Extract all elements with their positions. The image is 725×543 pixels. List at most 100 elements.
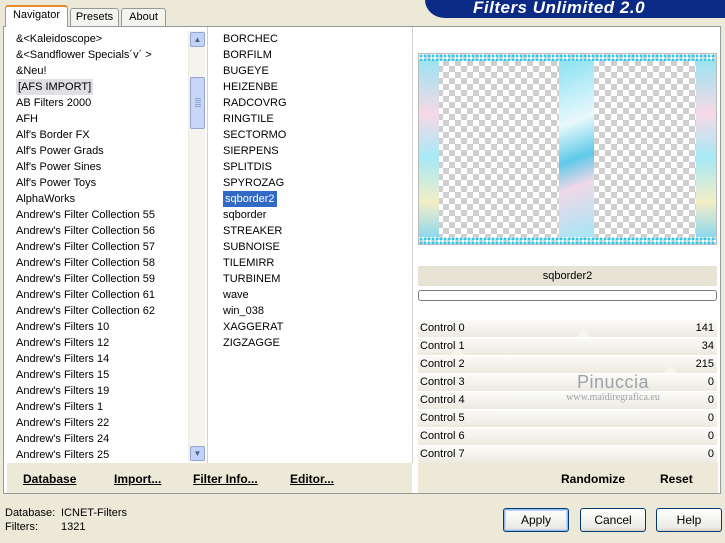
column-divider [207,27,208,463]
filters-count-value: 1321 [61,521,86,533]
category-item[interactable]: Alf's Power Grads [16,143,104,159]
filter-item[interactable]: RINGTILE [223,111,274,127]
control-label: Control 0 [420,322,465,334]
randomize-button[interactable]: Randomize [561,472,625,486]
controls-actions-bar: Randomize Reset [418,463,718,493]
filter-item[interactable]: SIERPENS [223,143,279,159]
filter-item[interactable]: RADCOVRG [223,95,287,111]
control-slider[interactable]: Control 3 0 [418,374,717,392]
category-item[interactable]: AB Filters 2000 [16,95,91,111]
navigator-actions-bar: Database Import... Filter Info... Editor… [7,463,412,493]
filter-item[interactable]: SUBNOISE [223,239,280,255]
control-slider[interactable]: Control 1 34 [418,338,717,356]
filter-item[interactable]: XAGGERAT [223,319,283,335]
control-value: 215 [695,358,714,370]
help-button[interactable]: Help [656,508,722,532]
preview-progress-bar [418,290,717,301]
editor-link[interactable]: Editor... [290,472,334,486]
database-status-value: ICNET-Filters [61,507,127,519]
category-item[interactable]: Andrew's Filters 19 [16,383,109,399]
category-item[interactable]: Andrew's Filters 25 [16,447,109,462]
category-item[interactable]: Andrew's Filter Collection 57 [16,239,155,255]
control-slider[interactable]: Control 5 0 [418,410,717,428]
filter-list[interactable]: BORCHEC BORFILM BUGEYE HEIZENBE RADCOVRG RING… [221,31,409,462]
category-item[interactable]: Andrew's Filters 1 [16,399,103,415]
category-item[interactable]: Andrew's Filters 15 [16,367,109,383]
control-slider[interactable]: Control 4 0 [418,392,717,410]
category-item[interactable]: Alf's Power Sines [16,159,101,175]
filter-item[interactable]: SECTORMO [223,127,286,143]
import-link[interactable]: Import... [114,472,161,486]
filter-item[interactable]: BORFILM [223,47,272,63]
category-item[interactable]: Andrew's Filter Collection 55 [16,207,155,223]
filter-item[interactable]: SPLITDIS [223,159,272,175]
control-slider-marker[interactable] [451,347,465,355]
filter-item[interactable]: STREAKER [223,223,282,239]
filters-count-label: Filters: [5,521,38,533]
preview-filter-name-text: sqborder2 [542,270,593,282]
tab-navigator[interactable]: Navigator [5,5,68,27]
control-slider[interactable]: Control 6 0 [418,428,717,446]
tab-presets[interactable]: Presets [70,8,119,26]
control-value: 0 [707,448,714,460]
category-item[interactable]: Andrew's Filters 22 [16,415,109,431]
category-item[interactable]: Andrew's Filter Collection 62 [16,303,155,319]
cancel-button[interactable]: Cancel [580,508,646,532]
filter-item[interactable]: wave [223,287,249,303]
scroll-up-button[interactable]: ▲ [190,32,205,47]
category-item[interactable]: AlphaWorks [16,191,75,207]
filter-item[interactable]: HEIZENBE [223,79,278,95]
control-slider[interactable]: Control 0 141 [418,320,717,338]
database-link[interactable]: Database [23,472,76,486]
apply-button[interactable]: Apply [503,508,569,532]
scroll-down-button[interactable]: ▼ [190,446,205,461]
category-item[interactable]: Andrew's Filter Collection 58 [16,255,155,271]
control-label: Control 2 [420,358,465,370]
filter-info-link[interactable]: Filter Info... [193,472,258,486]
filter-item[interactable]: BUGEYE [223,63,269,79]
category-scrollbar[interactable]: ▲ ▼ [188,31,205,462]
filter-item[interactable]: BORCHEC [223,31,278,47]
control-slider-marker[interactable] [663,365,677,373]
database-status-label: Database: [5,507,56,519]
category-item[interactable]: &<Sandflower Specials´v´ > [16,47,152,63]
category-item[interactable]: Andrew's Filter Collection 61 [16,287,155,303]
app-title: Filters Unlimited 2.0 [473,0,646,17]
filter-item[interactable]: sqborder [223,207,266,223]
category-item[interactable]: &Neu! [16,63,47,79]
filter-item[interactable]: win_038 [223,303,264,319]
filter-item[interactable]: TURBINEM [223,271,280,287]
category-item[interactable]: [AFS IMPORT] [16,79,94,95]
category-item[interactable]: AFH [16,111,38,127]
category-list[interactable]: &<Kaleidoscope> &<Sandflower Specials´v´ … [14,31,186,462]
filter-item[interactable]: ZIGZAGGE [223,335,280,351]
app-title-banner: Filters Unlimited 2.0 [425,0,725,18]
category-item[interactable]: Andrew's Filter Collection 59 [16,271,155,287]
control-slider[interactable]: Control 7 0 [418,446,717,464]
control-value: 0 [707,430,714,442]
preview-border-bottom [419,237,716,244]
category-item[interactable]: Andrew's Filters 24 [16,431,109,447]
category-item[interactable]: &<Kaleidoscope> [16,31,102,47]
category-item[interactable]: Andrew's Filter Collection 56 [16,223,155,239]
category-item[interactable]: Andrew's Filters 10 [16,319,109,335]
preview-image [418,53,717,245]
preview-border-top [419,54,716,61]
control-slider[interactable]: Control 2 215 [418,356,717,374]
reset-button[interactable]: Reset [660,472,693,486]
database-status: Database: ICNET-Filters [5,506,127,520]
category-item[interactable]: Andrew's Filters 12 [16,335,109,351]
category-item[interactable]: Alf's Border FX [16,127,90,143]
control-label: Control 3 [420,376,465,388]
filter-item[interactable]: sqborder2 [222,190,278,208]
scroll-thumb[interactable] [190,77,205,129]
filter-item[interactable]: TILEMIRR [223,255,274,271]
column-divider [412,27,413,463]
tab-about[interactable]: About [121,8,166,26]
filter-item[interactable]: SPYROZAG [223,175,284,191]
control-label: Control 4 [420,394,465,406]
control-slider-marker[interactable] [576,329,590,337]
category-item[interactable]: Alf's Power Toys [16,175,96,191]
control-label: Control 6 [420,430,465,442]
category-item[interactable]: Andrew's Filters 14 [16,351,109,367]
